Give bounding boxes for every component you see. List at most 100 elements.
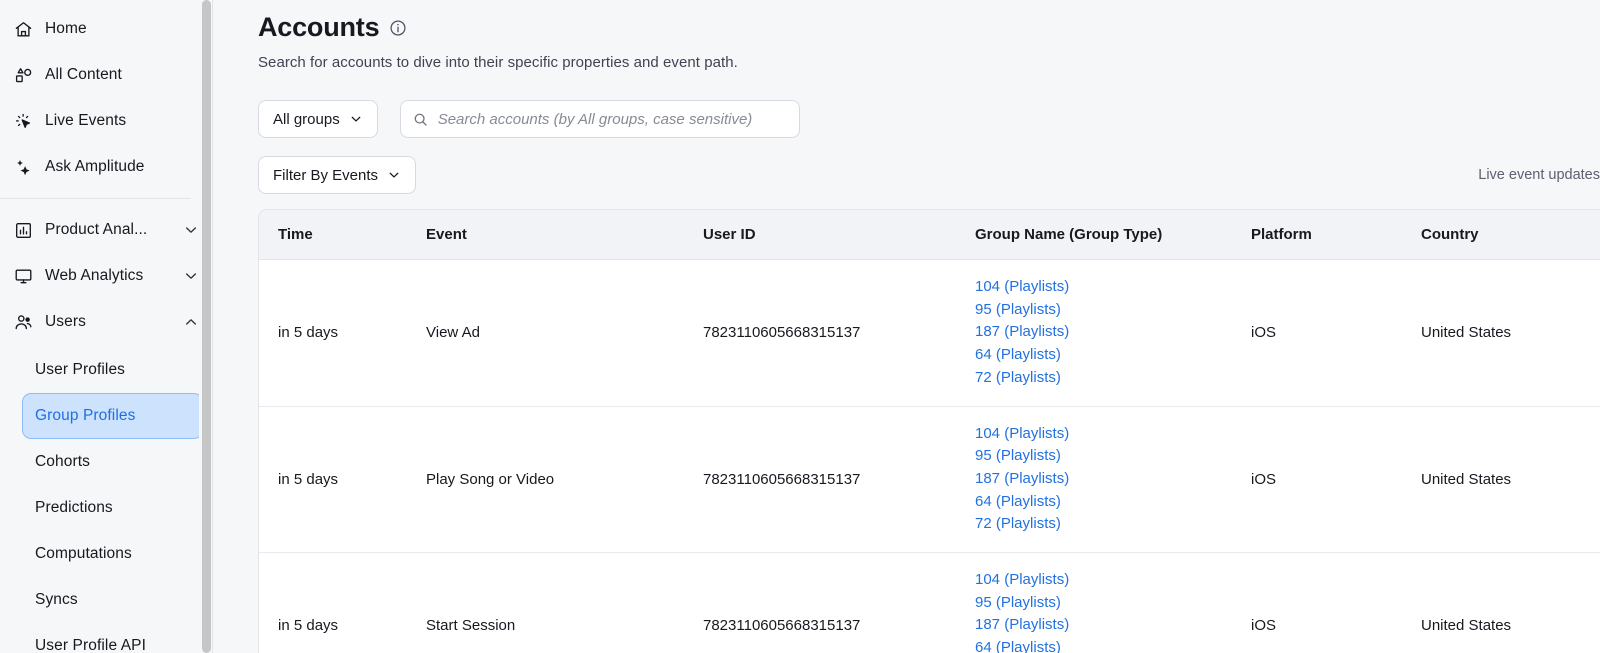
sidebar-item-label: User Profiles: [35, 361, 126, 378]
group-link[interactable]: 95 (Playlists): [975, 299, 1251, 322]
cell-event: Play Song or Video: [426, 406, 703, 554]
column-header-event[interactable]: Event: [426, 210, 703, 260]
search-icon: [413, 112, 428, 127]
all-groups-select[interactable]: All groups: [258, 100, 378, 138]
group-link[interactable]: 104 (Playlists): [975, 569, 1251, 592]
sidebar: Home All Content Live Events Ask Amplitu…: [0, 0, 213, 653]
table-row[interactable]: in 5 days View Ad 7823110605668315137 10…: [259, 259, 1600, 407]
column-header-country[interactable]: Country: [1421, 210, 1600, 260]
search-controls-row: All groups: [258, 100, 1600, 138]
group-link[interactable]: 64 (Playlists): [975, 637, 1251, 653]
search-input[interactable]: [437, 110, 787, 128]
group-link[interactable]: 187 (Playlists): [975, 321, 1251, 344]
table-row[interactable]: in 5 days Play Song or Video 78231106056…: [259, 406, 1600, 554]
sidebar-item-live-events[interactable]: Live Events: [0, 98, 213, 144]
sidebar-item-user-profiles[interactable]: User Profiles: [22, 347, 203, 393]
chevron-down-icon[interactable]: [183, 268, 199, 284]
sidebar-primary-nav: Home All Content Live Events Ask Amplitu…: [0, 0, 213, 653]
group-link[interactable]: 104 (Playlists): [975, 423, 1251, 446]
sidebar-item-label: Home: [45, 20, 87, 37]
column-header-group-name[interactable]: Group Name (Group Type): [975, 210, 1251, 260]
filter-by-events-label: Filter By Events: [273, 166, 379, 184]
cell-event: View Ad: [426, 259, 703, 407]
sidebar-item-web-analytics[interactable]: Web Analytics: [0, 253, 213, 299]
page-header: Accounts: [258, 0, 1600, 43]
sidebar-item-label: Product Anal...: [45, 221, 148, 238]
sidebar-item-cohorts[interactable]: Cohorts: [22, 439, 203, 485]
cell-platform: iOS: [1251, 406, 1421, 554]
group-link[interactable]: 64 (Playlists): [975, 344, 1251, 367]
table-header: Time Event User ID Group Name (Group Typ…: [259, 210, 1600, 260]
column-header-user-id[interactable]: User ID: [703, 210, 975, 260]
cell-event: Start Session: [426, 552, 703, 653]
info-icon[interactable]: [389, 19, 407, 37]
app-root: Home All Content Live Events Ask Amplitu…: [0, 0, 1600, 653]
chevron-up-icon[interactable]: [183, 314, 199, 330]
sidebar-item-label: Predictions: [35, 499, 113, 516]
sidebar-scrollbar-thumb[interactable]: [202, 0, 211, 653]
sidebar-item-label: Ask Amplitude: [45, 158, 145, 175]
sidebar-item-all-content[interactable]: All Content: [0, 52, 213, 98]
bar-chart-icon: [14, 221, 33, 240]
group-link[interactable]: 187 (Playlists): [975, 614, 1251, 637]
all-groups-select-label: All groups: [273, 110, 340, 128]
home-icon: [14, 20, 33, 39]
cell-group-names: 104 (Playlists) 95 (Playlists) 187 (Play…: [975, 406, 1251, 554]
group-link[interactable]: 72 (Playlists): [975, 513, 1251, 536]
sidebar-item-label: Web Analytics: [45, 267, 144, 284]
cell-platform: iOS: [1251, 259, 1421, 407]
cell-platform: iOS: [1251, 552, 1421, 653]
column-header-platform[interactable]: Platform: [1251, 210, 1421, 260]
sidebar-item-label: Syncs: [35, 591, 78, 608]
sidebar-item-predictions[interactable]: Predictions: [22, 485, 203, 531]
cell-group-names: 104 (Playlists) 95 (Playlists) 187 (Play…: [975, 259, 1251, 407]
chevron-down-icon[interactable]: [183, 222, 199, 238]
sidebar-item-home[interactable]: Home: [0, 6, 213, 52]
cell-country: United States: [1421, 259, 1600, 407]
chevron-down-icon: [349, 112, 363, 126]
users-icon: [14, 313, 33, 332]
chevron-down-icon: [387, 168, 401, 182]
main-content: Accounts Search for accounts to dive int…: [213, 0, 1600, 653]
sidebar-item-users[interactable]: Users: [0, 299, 213, 345]
group-link[interactable]: 104 (Playlists): [975, 276, 1251, 299]
sidebar-item-syncs[interactable]: Syncs: [22, 577, 203, 623]
search-accounts-field[interactable]: [399, 100, 800, 138]
cell-time: in 5 days: [259, 259, 426, 407]
sidebar-item-label: Live Events: [45, 112, 127, 129]
column-header-time[interactable]: Time: [259, 210, 426, 260]
table-header-row: Time Event User ID Group Name (Group Typ…: [259, 210, 1600, 260]
group-link[interactable]: 187 (Playlists): [975, 468, 1251, 491]
accounts-table: Time Event User ID Group Name (Group Typ…: [259, 210, 1600, 653]
accounts-table-card: Time Event User ID Group Name (Group Typ…: [258, 209, 1600, 653]
page-subtitle: Search for accounts to dive into their s…: [258, 54, 738, 71]
sidebar-item-label: Users: [45, 313, 86, 330]
filter-row: Filter By Events Live event updates: [258, 156, 1600, 194]
sidebar-item-label: Computations: [35, 545, 132, 562]
cell-country: United States: [1421, 552, 1600, 653]
sidebar-users-submenu: User Profiles Group Profiles Cohorts Pre…: [0, 345, 213, 653]
table-body: in 5 days View Ad 7823110605668315137 10…: [259, 259, 1600, 653]
group-link[interactable]: 95 (Playlists): [975, 445, 1251, 468]
sidebar-item-user-profile-api[interactable]: User Profile API: [22, 623, 203, 653]
sidebar-item-computations[interactable]: Computations: [22, 531, 203, 577]
group-link[interactable]: 64 (Playlists): [975, 491, 1251, 514]
cell-group-names: 104 (Playlists) 95 (Playlists) 187 (Play…: [975, 552, 1251, 653]
filter-by-events-button[interactable]: Filter By Events: [258, 156, 417, 194]
sidebar-item-group-profiles[interactable]: Group Profiles: [22, 393, 203, 439]
group-link[interactable]: 95 (Playlists): [975, 592, 1251, 615]
cell-country: United States: [1421, 406, 1600, 554]
group-link[interactable]: 72 (Playlists): [975, 367, 1251, 390]
sidebar-item-label: Group Profiles: [35, 407, 136, 424]
sidebar-item-label: All Content: [45, 66, 122, 83]
sidebar-divider: [0, 198, 191, 199]
sidebar-item-ask-amplitude[interactable]: Ask Amplitude: [0, 144, 213, 190]
monitor-icon: [14, 267, 33, 286]
sidebar-scrollbar-track[interactable]: [199, 0, 213, 653]
page-title: Accounts: [258, 12, 380, 42]
table-row[interactable]: in 5 days Start Session 7823110605668315…: [259, 552, 1600, 653]
live-events-icon: [14, 112, 33, 131]
cell-user-id: 7823110605668315137: [703, 259, 975, 407]
sidebar-item-product-analytics[interactable]: Product Anal...: [0, 207, 213, 253]
sidebar-item-label: Cohorts: [35, 453, 90, 470]
